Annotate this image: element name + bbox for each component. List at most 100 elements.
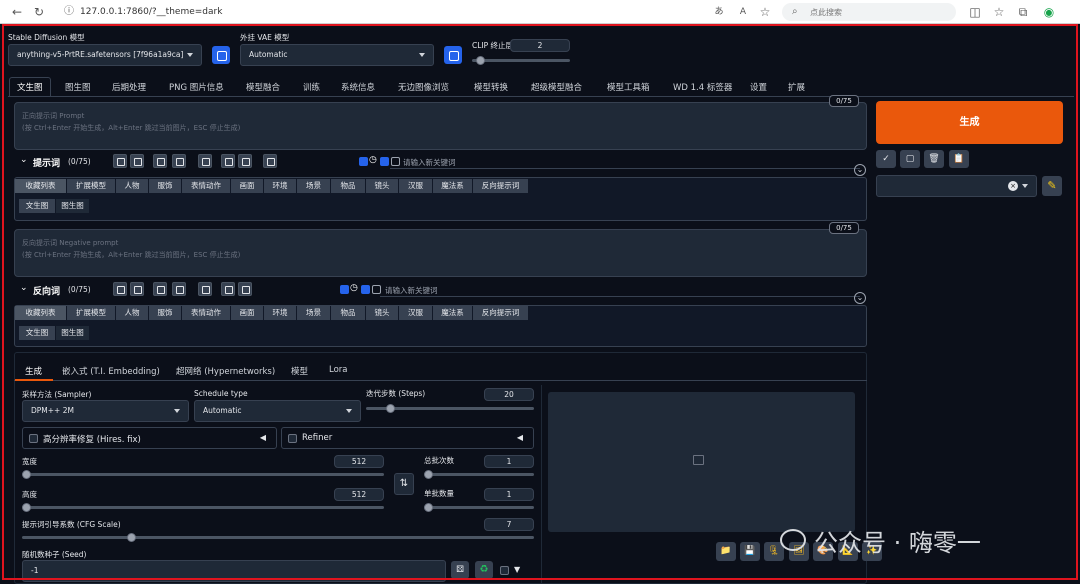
category-tab-9[interactable]: 镜头 (366, 179, 398, 193)
recycle-icon[interactable]: ♻ (475, 561, 493, 579)
edit-style-button[interactable]: ✎ (1042, 176, 1062, 196)
batch-count-slider[interactable] (424, 470, 534, 479)
category-tab-7[interactable]: 场景 (297, 179, 330, 193)
sub-tab-0[interactable]: 文生图 (19, 199, 55, 213)
category-tab-11[interactable]: 魔法系 (433, 179, 472, 193)
height-value[interactable]: 512 (334, 488, 384, 501)
category-tab-11[interactable]: 魔法系 (433, 306, 472, 320)
tab-10[interactable]: 模型工具箱 (607, 81, 650, 93)
slider-knob[interactable] (424, 470, 433, 479)
sub-tab-0[interactable]: 文生图 (19, 326, 55, 340)
category-tab-2[interactable]: 人物 (116, 306, 148, 320)
slider-knob[interactable] (476, 56, 486, 65)
tab-1[interactable]: 图生图 (65, 81, 91, 93)
gen-tab-4[interactable]: Lora (329, 365, 348, 375)
style-tool-button[interactable]: 📋 (949, 150, 969, 168)
category-tab-7[interactable]: 场景 (297, 306, 330, 320)
swap-dimensions-button[interactable]: ⇅ (394, 473, 414, 495)
tool-button[interactable] (130, 282, 144, 296)
cfg-value[interactable]: 7 (484, 518, 534, 531)
style-select[interactable]: × (876, 175, 1037, 197)
category-tab-9[interactable]: 镜头 (366, 306, 398, 320)
slider-knob[interactable] (424, 503, 433, 512)
category-tab-3[interactable]: 服饰 (149, 179, 181, 193)
slider-knob[interactable] (22, 470, 31, 479)
checkbox-unchecked[interactable] (391, 157, 400, 166)
refresh-vae-button[interactable] (444, 46, 462, 64)
prompt-textarea[interactable]: 正向提示词 Prompt (按 Ctrl+Enter 开始生成，Alt+Ente… (14, 102, 867, 150)
schedule-select[interactable]: Automatic (194, 400, 361, 422)
tool-button[interactable] (238, 282, 252, 296)
tool-button[interactable] (153, 154, 167, 168)
category-tab-6[interactable]: 环境 (264, 179, 296, 193)
tool-button[interactable] (198, 154, 212, 168)
category-tab-4[interactable]: 表情动作 (182, 179, 230, 193)
hires-fix-row[interactable]: 高分辨率修复 (Hires. fix) ◀ (22, 427, 277, 449)
style-tool-button[interactable]: ✓ (876, 150, 896, 168)
clip-value[interactable]: 2 (510, 39, 570, 52)
tool-button[interactable] (263, 154, 277, 168)
tab-13[interactable]: 扩展 (788, 81, 805, 93)
width-value[interactable]: 512 (334, 455, 384, 468)
collapse-icon[interactable]: ⌄ (854, 292, 866, 304)
tab-3[interactable]: PNG 图片信息 (169, 81, 224, 93)
checkbox-unchecked[interactable] (372, 285, 381, 294)
tool-button[interactable] (221, 154, 235, 168)
sampler-select[interactable]: DPM++ 2M (22, 400, 189, 422)
tool-button[interactable] (130, 154, 144, 168)
clear-icon[interactable]: × (1008, 181, 1018, 191)
category-tab-5[interactable]: 画面 (231, 306, 263, 320)
tab-5[interactable]: 训练 (303, 81, 320, 93)
tab-2[interactable]: 后期处理 (112, 81, 146, 93)
expand-icon[interactable]: ◀ (260, 433, 266, 442)
address-bar[interactable]: 127.0.0.1:7860/?__theme=dark (80, 7, 222, 17)
category-tab-12[interactable]: 反向提示词 (473, 306, 528, 320)
tab-6[interactable]: 系统信息 (341, 81, 375, 93)
info-icon[interactable]: ⓘ (62, 5, 76, 19)
sub-tab-1[interactable]: 图生图 (56, 326, 89, 340)
negative-keyword-input[interactable]: 请输入新关键词 (385, 285, 438, 296)
model-select[interactable]: anything-v5-PrtRE.safetensors [7f96a1a9c… (8, 44, 202, 66)
tool-button[interactable] (172, 154, 186, 168)
tool-button[interactable] (172, 282, 186, 296)
negative-prompt-textarea[interactable]: 反向提示词 Negative prompt (按 Ctrl+Enter 开始生成… (14, 229, 867, 277)
tab-8[interactable]: 模型转换 (474, 81, 508, 93)
tab-9[interactable]: 超级模型融合 (531, 81, 582, 93)
extra-seed-checkbox[interactable] (500, 566, 509, 575)
expand-icon[interactable]: ◀ (517, 433, 523, 442)
sub-tab-1[interactable]: 图生图 (56, 199, 89, 213)
batch-size-slider[interactable] (424, 503, 534, 512)
category-tab-12[interactable]: 反向提示词 (473, 179, 528, 193)
output-tool-button[interactable]: 💾 (740, 542, 760, 561)
extension-icon[interactable]: ◉ (1042, 5, 1056, 19)
refresh-model-button[interactable] (212, 46, 230, 64)
translate-icon[interactable]: あ (712, 5, 726, 19)
collapse-icon[interactable]: ⌄ (854, 164, 866, 176)
height-slider[interactable] (22, 503, 384, 512)
category-tab-1[interactable]: 扩展模型 (67, 306, 115, 320)
checkbox-checked[interactable] (359, 157, 368, 166)
seed-input[interactable]: -1 (22, 560, 446, 582)
gen-tab-1[interactable]: 嵌入式 (T.I. Embedding) (62, 365, 160, 377)
tool-button[interactable] (153, 282, 167, 296)
refresh-icon[interactable]: ↻ (32, 5, 46, 19)
cfg-slider[interactable] (22, 533, 534, 542)
tab-0[interactable]: 文生图 (9, 77, 51, 97)
slider-knob[interactable] (22, 503, 31, 512)
chevron-down-icon[interactable]: ⌄ (20, 155, 28, 165)
caret-down-icon[interactable]: ▼ (514, 565, 520, 574)
checkbox-checked[interactable] (380, 157, 389, 166)
tool-button[interactable] (113, 154, 127, 168)
tool-button[interactable] (238, 154, 252, 168)
generate-button[interactable]: 生成 (876, 101, 1063, 144)
tab-7[interactable]: 无边图像浏览 (398, 81, 449, 93)
favorites-icon[interactable]: ☆ (992, 5, 1006, 19)
style-tool-button[interactable]: ▢ (900, 150, 920, 168)
favorite-icon[interactable]: ☆ (758, 5, 772, 19)
chevron-down-icon[interactable]: ⌄ (20, 283, 28, 293)
category-tab-10[interactable]: 汉服 (399, 179, 432, 193)
width-slider[interactable] (22, 470, 384, 479)
checkbox-checked[interactable] (361, 285, 370, 294)
category-tab-1[interactable]: 扩展模型 (67, 179, 115, 193)
tab-4[interactable]: 模型融合 (246, 81, 280, 93)
